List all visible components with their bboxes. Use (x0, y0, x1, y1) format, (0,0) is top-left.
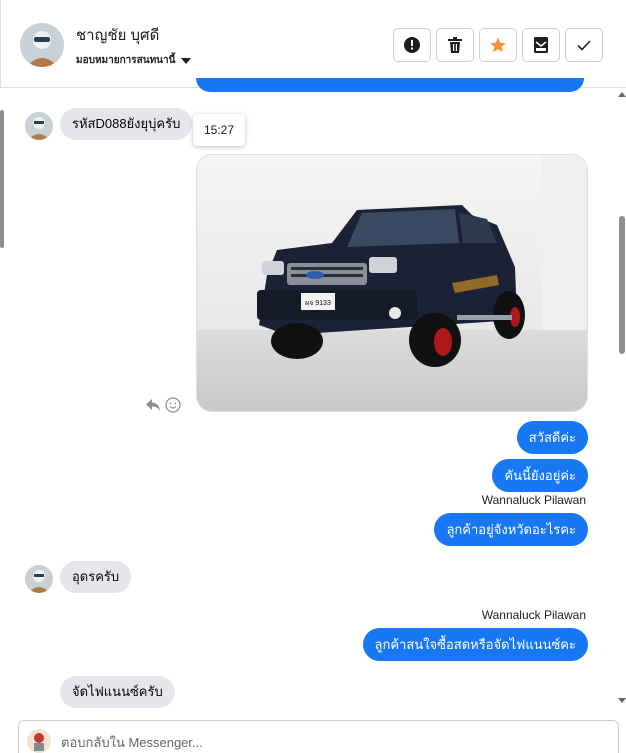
mark-unread-button[interactable] (522, 28, 560, 62)
incoming-message[interactable]: รหัสD088ยังยุบุ่ครับ (60, 108, 193, 140)
previous-message-bubble (196, 78, 584, 92)
smiley-icon[interactable] (165, 397, 181, 413)
outgoing-message[interactable]: สวัสดีค่ะ (516, 421, 588, 454)
header-actions (393, 28, 603, 62)
mark-spam-button[interactable] (393, 28, 431, 62)
scroll-up-icon[interactable] (618, 92, 626, 97)
reply-composer (18, 720, 619, 753)
contact-avatar-small[interactable] (25, 112, 53, 140)
mark-done-button[interactable] (565, 28, 603, 62)
left-scroll-indicator[interactable] (0, 110, 4, 248)
assign-label: มอบหมายการสนทนานี้ (76, 55, 176, 66)
message-reactions (145, 397, 181, 413)
conversation-header: ชาญชัย บุศดี มอบหมายการสนทนานี้ (0, 0, 626, 88)
scroll-down-icon[interactable] (618, 698, 626, 703)
delete-button[interactable] (436, 28, 474, 62)
outgoing-message[interactable]: ลูกค้าสนใจซื้อสดหรือจัดไฟแนนซ์คะ (362, 628, 588, 661)
star-icon (490, 37, 506, 53)
star-button[interactable] (479, 28, 517, 62)
alert-icon (404, 37, 420, 53)
outgoing-message[interactable]: คันนี้ยังอยู่ค่ะ (492, 459, 588, 492)
check-icon (577, 40, 591, 51)
reply-input[interactable] (61, 735, 601, 750)
scrollbar-thumb[interactable] (619, 216, 625, 354)
contact-avatar-small[interactable] (25, 565, 53, 593)
reply-icon[interactable] (145, 398, 161, 412)
assign-conversation-dropdown[interactable]: มอบหมายการสนทนานี้ (76, 53, 192, 68)
license-plate: ผจ 9133 (305, 300, 331, 307)
page-avatar (27, 729, 51, 753)
contact-avatar[interactable] (20, 23, 64, 67)
timestamp-tooltip: 15:27 (193, 114, 245, 146)
incoming-message[interactable]: อุดรครับ (60, 561, 132, 593)
outgoing-message[interactable]: ลูกค้าอยู่จังหวัดอะไรคะ (434, 513, 588, 546)
scrollbar[interactable] (616, 88, 626, 710)
contact-name[interactable]: ชาญชัย บุศดี (76, 23, 159, 47)
envelope-icon (534, 37, 548, 53)
incoming-message[interactable]: จัดไฟแนนซ์ครับ (60, 676, 175, 708)
car-photo[interactable]: ผจ 9133 (196, 154, 588, 412)
caret-down-icon (181, 57, 192, 64)
trash-icon (448, 37, 462, 53)
sender-name: Wannaluck Pilawan (481, 608, 586, 622)
sender-name: Wannaluck Pilawan (481, 493, 586, 507)
